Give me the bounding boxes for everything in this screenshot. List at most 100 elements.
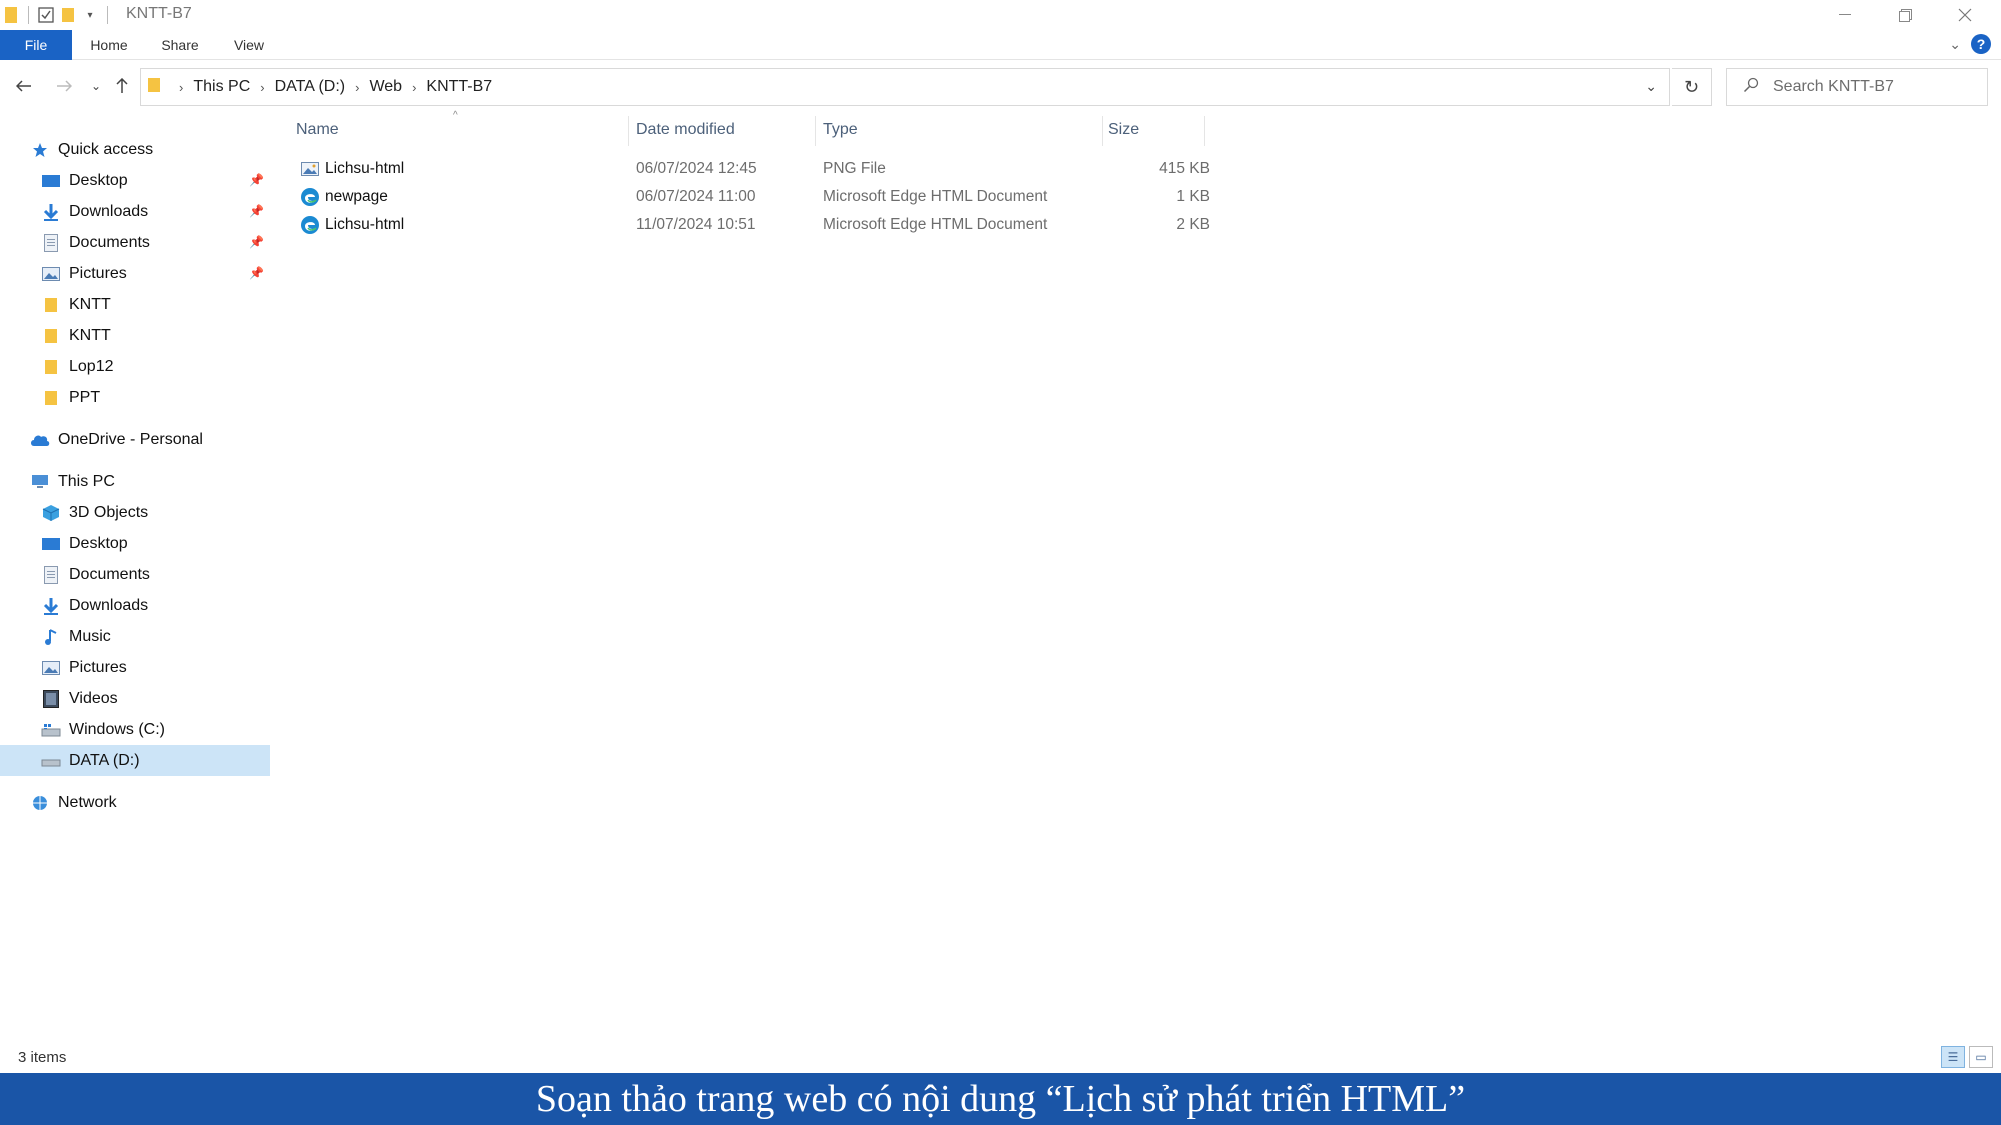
- nav-pc-windows-c[interactable]: Windows (C:): [0, 714, 270, 745]
- refresh-icon: ↻: [1683, 76, 1700, 97]
- breadcrumb-kntt-b7[interactable]: KNTT-B7: [426, 78, 492, 96]
- address-bar[interactable]: › This PC › DATA (D:) › Web › KNTT-B7 ⌄: [140, 68, 1670, 106]
- file-type: Microsoft Edge HTML Document: [823, 216, 1048, 233]
- address-history-chevron-icon[interactable]: ⌄: [1645, 78, 1657, 95]
- search-input[interactable]: Search KNTT-B7: [1726, 68, 1988, 106]
- navigation-pane: Quick access Desktop 📌 Downloads 📌 Docum…: [0, 124, 270, 1024]
- column-header-date[interactable]: Date modified: [636, 112, 735, 148]
- nav-qa-lop12[interactable]: Lop12: [0, 351, 270, 382]
- pin-icon[interactable]: 📌: [249, 235, 264, 249]
- toolbar-divider: [107, 6, 108, 24]
- details-view-icon[interactable]: ☰: [1941, 1046, 1965, 1068]
- tab-share[interactable]: Share: [152, 30, 208, 60]
- new-folder-icon[interactable]: [57, 4, 79, 26]
- file-date: 06/07/2024 12:45: [636, 160, 757, 177]
- breadcrumb-separator-icon[interactable]: ›: [355, 80, 359, 95]
- help-icon[interactable]: ?: [1971, 34, 1991, 54]
- folder-icon: [41, 327, 61, 345]
- file-name: Lichsu-html: [325, 216, 405, 233]
- nav-onedrive[interactable]: OneDrive - Personal: [0, 424, 270, 455]
- large-icons-view-icon[interactable]: ▭: [1969, 1046, 1993, 1068]
- column-divider[interactable]: [1102, 116, 1103, 146]
- column-divider[interactable]: [815, 116, 816, 146]
- videos-icon: [41, 689, 61, 708]
- folder-icon: [41, 296, 61, 314]
- nav-qa-desktop[interactable]: Desktop 📌: [0, 165, 270, 196]
- nav-pc-videos[interactable]: Videos: [0, 683, 270, 714]
- nav-label: Pictures: [69, 658, 127, 676]
- breadcrumb-separator-icon[interactable]: ›: [412, 80, 416, 95]
- 3d-objects-icon: [41, 504, 61, 522]
- edge-icon: [301, 188, 319, 206]
- nav-label: Documents: [69, 233, 150, 251]
- pin-icon[interactable]: 📌: [249, 173, 264, 187]
- column-divider[interactable]: [628, 116, 629, 146]
- column-divider[interactable]: [1204, 116, 1205, 146]
- ribbon-right-controls: ⌄ ?: [1949, 34, 1991, 54]
- expand-ribbon-icon[interactable]: ⌄: [1949, 36, 1961, 53]
- nav-label: DATA (D:): [69, 751, 140, 769]
- nav-pc-downloads[interactable]: Downloads: [0, 590, 270, 621]
- nav-pc-desktop[interactable]: Desktop: [0, 528, 270, 559]
- back-button[interactable]: [12, 74, 36, 98]
- nav-pc-documents[interactable]: Documents: [0, 559, 270, 590]
- breadcrumb-separator-icon[interactable]: ›: [179, 80, 183, 95]
- file-row[interactable]: Lichsu-html 11/07/2024 10:51 Microsoft E…: [290, 211, 1210, 239]
- tab-home[interactable]: Home: [82, 30, 136, 60]
- nav-label: Downloads: [69, 202, 149, 220]
- tab-file[interactable]: File: [0, 30, 72, 60]
- forward-button[interactable]: [52, 74, 76, 98]
- refresh-button[interactable]: ↻: [1672, 68, 1712, 106]
- nav-qa-ppt[interactable]: PPT: [0, 382, 270, 413]
- breadcrumb-web[interactable]: Web: [369, 78, 402, 96]
- file-row[interactable]: Lichsu-html 06/07/2024 12:45 PNG File 41…: [290, 155, 1210, 183]
- onedrive-cloud-icon: [30, 431, 50, 449]
- up-button[interactable]: [110, 74, 134, 98]
- column-header-type[interactable]: Type: [823, 112, 858, 148]
- downloads-icon: [41, 203, 61, 221]
- file-size: 415 KB: [1159, 160, 1210, 177]
- view-switcher: ☰ ▭: [1941, 1046, 1993, 1068]
- nav-quick-access[interactable]: Quick access: [0, 134, 270, 165]
- folder-icon: [147, 76, 161, 99]
- recent-locations-chevron-icon[interactable]: ⌄: [84, 74, 108, 98]
- nav-label: KNTT: [69, 326, 111, 344]
- file-size: 1 KB: [1176, 188, 1210, 205]
- title-bar: ▾ KNTT-B7: [0, 0, 2001, 30]
- file-row[interactable]: newpage 06/07/2024 11:00 Microsoft Edge …: [290, 183, 1210, 211]
- nav-qa-downloads[interactable]: Downloads 📌: [0, 196, 270, 227]
- nav-pc-3d-objects[interactable]: 3D Objects: [0, 497, 270, 528]
- breadcrumb-data-d[interactable]: DATA (D:): [275, 78, 346, 96]
- nav-label: Lop12: [69, 357, 114, 375]
- ribbon-tabs: File Home Share View ⌄ ?: [0, 30, 2001, 60]
- explorer-folder-icon[interactable]: [0, 4, 22, 26]
- column-header-name[interactable]: Name: [296, 112, 339, 148]
- search-placeholder: Search KNTT-B7: [1773, 78, 1894, 95]
- nav-network[interactable]: Network: [0, 787, 270, 818]
- customize-toolbar-icon[interactable]: ▾: [79, 4, 101, 26]
- maximize-button[interactable]: [1875, 0, 1935, 30]
- breadcrumb-separator-icon[interactable]: ›: [260, 80, 264, 95]
- file-size: 2 KB: [1176, 216, 1210, 233]
- nav-qa-kntt[interactable]: KNTT: [0, 289, 270, 320]
- nav-label: Documents: [69, 565, 150, 583]
- desktop-icon: [41, 172, 61, 190]
- pin-icon[interactable]: 📌: [249, 204, 264, 218]
- nav-qa-pictures[interactable]: Pictures 📌: [0, 258, 270, 289]
- nav-qa-kntt-2[interactable]: KNTT: [0, 320, 270, 351]
- close-button[interactable]: [1935, 0, 1995, 30]
- nav-this-pc[interactable]: This PC: [0, 466, 270, 497]
- tab-view[interactable]: View: [226, 30, 272, 60]
- nav-qa-documents[interactable]: Documents 📌: [0, 227, 270, 258]
- nav-pc-pictures[interactable]: Pictures: [0, 652, 270, 683]
- pin-icon[interactable]: 📌: [249, 266, 264, 280]
- breadcrumb-this-pc[interactable]: This PC: [193, 78, 250, 96]
- column-header-size[interactable]: Size: [1108, 112, 1139, 148]
- nav-pc-data-d[interactable]: DATA (D:): [0, 745, 270, 776]
- minimize-button[interactable]: [1815, 0, 1875, 30]
- nav-pc-music[interactable]: Music: [0, 621, 270, 652]
- computer-icon: [30, 473, 50, 491]
- navigation-bar: ⌄ › This PC › DATA (D:) › Web › KNTT-B7 …: [0, 66, 2001, 106]
- nav-label: Downloads: [69, 596, 149, 614]
- properties-icon[interactable]: [35, 4, 57, 26]
